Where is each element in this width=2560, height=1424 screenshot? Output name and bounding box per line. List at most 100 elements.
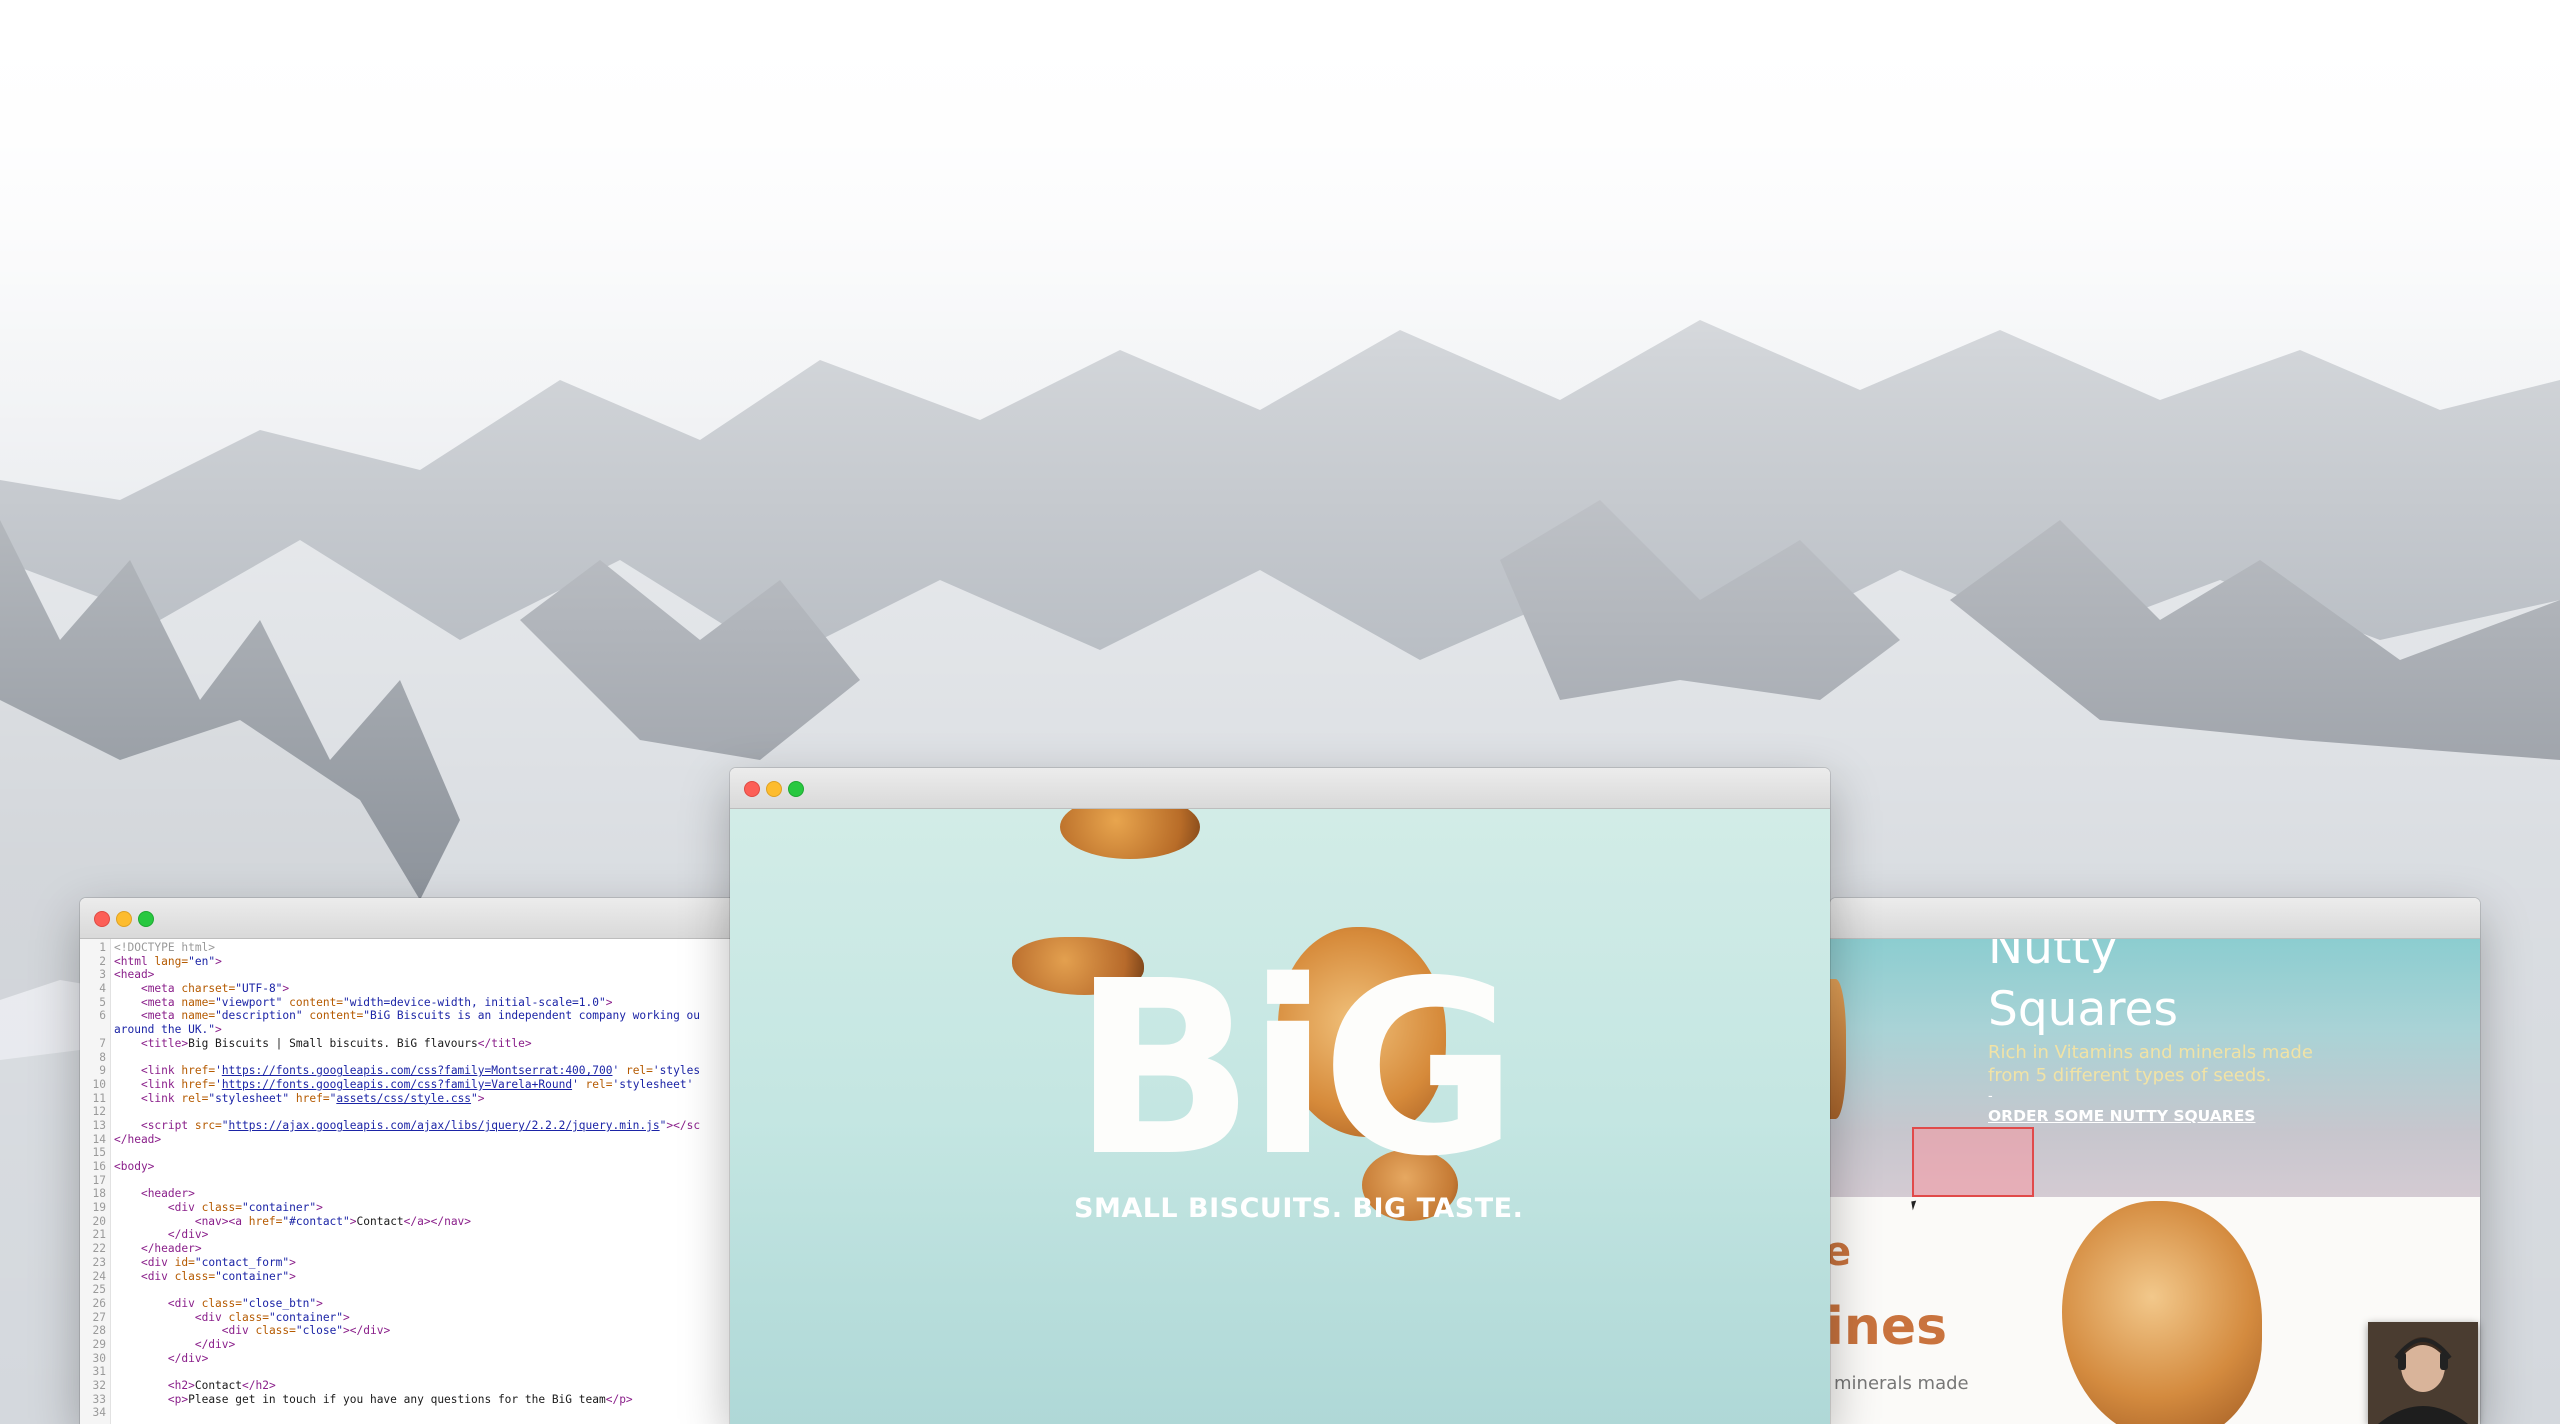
- code-line[interactable]: <div class="container">: [114, 1311, 770, 1325]
- line-number: 32: [92, 1379, 106, 1392]
- code-token: name=: [181, 995, 216, 1009]
- code-line[interactable]: <link href='https://fonts.googleapis.com…: [114, 1078, 770, 1092]
- code-editor-window[interactable]: 1 2 3 4 5 6 7 8 9 10 11 12 13 14 15 16 17 18 19 20 21 22 23 24 2…: [80, 898, 770, 1424]
- code-line[interactable]: </div>: [114, 1338, 770, 1352]
- code-token: class=: [201, 1296, 242, 1310]
- code-line[interactable]: </header>: [114, 1242, 770, 1256]
- code-line[interactable]: <meta name="description" content="BiG Bi…: [114, 1009, 770, 1023]
- line-number: 31: [92, 1365, 106, 1379]
- code-line[interactable]: </head>: [114, 1133, 770, 1147]
- code-line[interactable]: [114, 1174, 770, 1188]
- code-line[interactable]: <title>Big Biscuits | Small biscuits. Bi…: [114, 1037, 770, 1051]
- code-line[interactable]: <head>: [114, 968, 770, 982]
- code-line[interactable]: <div class="close_btn">: [114, 1297, 770, 1311]
- code-line[interactable]: <div class="close"></div>: [114, 1324, 770, 1338]
- line-number: 23: [92, 1255, 106, 1269]
- code-area[interactable]: 1 2 3 4 5 6 7 8 9 10 11 12 13 14 15 16 17 18 19 20 21 22 23 24 2…: [80, 939, 770, 1424]
- code-token: https://ajax.googleapis.com/ajax/libs/jq…: [228, 1118, 660, 1132]
- code-line[interactable]: <html lang="en">: [114, 955, 770, 969]
- line-number: 8: [99, 1050, 106, 1064]
- line-number: 2: [99, 954, 106, 968]
- line-number: 22: [92, 1242, 106, 1256]
- code-token: <!DOCTYPE html>: [114, 941, 216, 954]
- code-token: "viewport": [215, 995, 290, 1009]
- line-number: 15: [92, 1146, 106, 1160]
- code-line[interactable]: <script src="https://ajax.googleapis.com…: [114, 1119, 770, 1133]
- selection-highlight: [1912, 1127, 2034, 1197]
- code-token: <div: [221, 1324, 256, 1338]
- zoom-icon[interactable]: [138, 911, 154, 927]
- big-logo: BiG: [1072, 929, 1518, 1209]
- code-token: </header>: [140, 1242, 202, 1256]
- editor-titlebar[interactable]: [80, 898, 770, 939]
- zoom-icon[interactable]: [788, 781, 804, 797]
- code-line[interactable]: </div>: [114, 1352, 770, 1366]
- code-token: "contact_form": [194, 1255, 290, 1269]
- webcam-overlay: [2368, 1322, 2478, 1424]
- minimize-icon[interactable]: [116, 911, 132, 927]
- line-number: 33: [92, 1392, 106, 1406]
- mouse-cursor-icon: [1911, 1200, 1918, 1211]
- code-line[interactable]: [114, 1283, 770, 1297]
- code-token: >: [215, 1023, 222, 1037]
- line-number: 30: [92, 1351, 106, 1365]
- line-number: 16: [92, 1160, 106, 1173]
- code-token: </head>: [114, 1132, 162, 1146]
- code-line[interactable]: <p>Please get in touch if you have any q…: [114, 1393, 770, 1407]
- code-line[interactable]: [114, 1406, 770, 1420]
- line-number: 26: [92, 1296, 106, 1310]
- code-token: id=: [174, 1255, 195, 1269]
- line-number: 34: [92, 1406, 106, 1420]
- line-number: 13: [92, 1118, 106, 1132]
- line-number: 5: [99, 995, 106, 1009]
- code-line[interactable]: [114, 1365, 770, 1379]
- code-token: rel=: [625, 1064, 653, 1078]
- browser-titlebar[interactable]: [730, 768, 1830, 809]
- code-token: "container": [215, 1269, 290, 1283]
- code-line[interactable]: <nav><a href="#contact">Contact</a></nav…: [114, 1215, 770, 1229]
- code-line[interactable]: <meta name="viewport" content="width=dev…: [114, 996, 770, 1010]
- close-icon[interactable]: [94, 911, 110, 927]
- order-nutty-squares-link[interactable]: ORDER SOME NUTTY SQUARES: [1988, 1107, 2255, 1125]
- code-token: Please get in touch if you have any ques…: [188, 1392, 606, 1406]
- code-token: Contact: [194, 1379, 242, 1392]
- code-line[interactable]: <div class="container">: [114, 1201, 770, 1215]
- browser-window[interactable]: BiG SMALL BISCUITS. BIG TASTE.: [730, 768, 1830, 1424]
- code-token: <p>: [167, 1392, 189, 1406]
- code-line[interactable]: [114, 1051, 770, 1065]
- line-number: 6: [99, 1009, 106, 1023]
- preview-titlebar[interactable]: [1830, 898, 2480, 939]
- code-lines[interactable]: <!DOCTYPE html> <html lang="en"> <head> <m…: [114, 941, 770, 1420]
- code-token: </a></nav>: [403, 1214, 472, 1228]
- code-line[interactable]: <h2>Contact</h2>: [114, 1379, 770, 1393]
- code-token: <div: [167, 1201, 202, 1215]
- code-token: <title>: [140, 1036, 189, 1050]
- code-line[interactable]: <div id="contact_form">: [114, 1256, 770, 1270]
- code-line[interactable]: <link rel="stylesheet" href= "assets/css/…: [114, 1092, 770, 1106]
- code-line[interactable]: <!DOCTYPE html>: [114, 941, 770, 955]
- line-number: 14: [92, 1132, 106, 1146]
- minimize-icon[interactable]: [766, 781, 782, 797]
- code-line[interactable]: <link href='https://fonts.googleapis.com…: [114, 1064, 770, 1078]
- code-line[interactable]: around the UK.">: [114, 1023, 770, 1037]
- close-icon[interactable]: [744, 781, 760, 797]
- code-token: href=: [248, 1214, 283, 1228]
- code-line[interactable]: <header>: [114, 1187, 770, 1201]
- code-line[interactable]: <meta charset="UTF-8">: [114, 982, 770, 996]
- code-token: </h2>: [242, 1379, 276, 1392]
- code-token: href=: [295, 1091, 330, 1105]
- code-line[interactable]: </div>: [114, 1228, 770, 1242]
- code-line[interactable]: [114, 1146, 770, 1160]
- code-line[interactable]: <body>: [114, 1160, 770, 1174]
- code-token: <head>: [114, 968, 155, 982]
- code-line[interactable]: [114, 1105, 770, 1119]
- code-line[interactable]: <div class="container">: [114, 1270, 770, 1284]
- code-token: "#contact": [282, 1214, 350, 1228]
